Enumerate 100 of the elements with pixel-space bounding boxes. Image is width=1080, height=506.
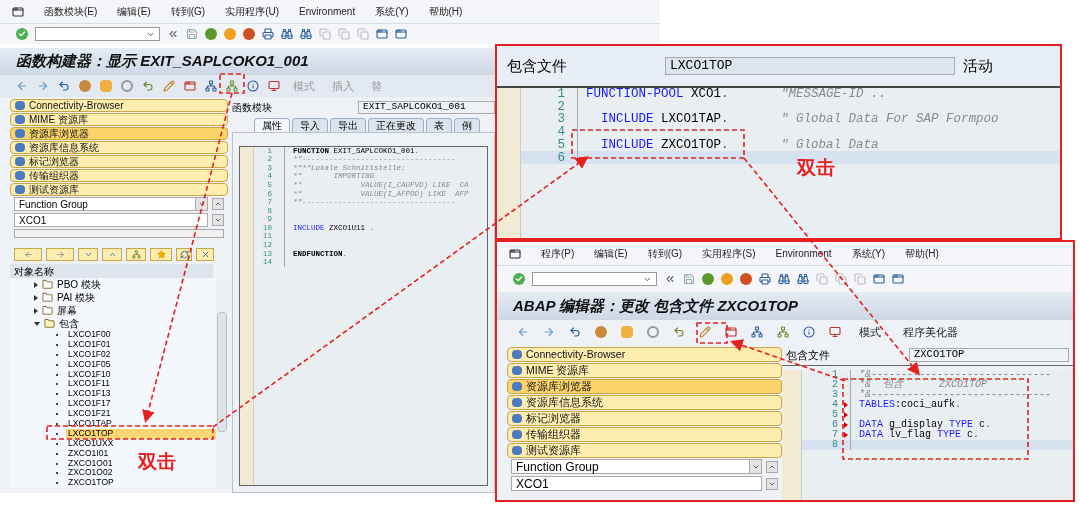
binoculars-icon[interactable] [778,273,790,285]
tab[interactable]: 正在更改 [368,118,424,132]
tree-item[interactable]: LXCO1UXX [66,438,116,449]
binoculars-icon[interactable] [797,273,809,285]
object-type-dropdown[interactable]: Function Group [511,459,762,474]
navigation-item[interactable]: 资源库浏览器 [10,127,228,140]
expand-icon[interactable] [34,307,38,314]
close-button[interactable] [196,247,214,261]
menu-item[interactable]: 编辑(E) [117,4,151,19]
close-icon[interactable] [200,249,210,259]
include-name-field[interactable]: LXCO1TOP [665,57,955,75]
command-field[interactable] [532,272,657,286]
expand-icon[interactable] [34,294,38,301]
window-icon[interactable] [184,80,196,92]
command-field[interactable] [35,27,160,41]
check-icon[interactable] [16,28,28,40]
navigation-item[interactable]: Connectivity-Browser [10,99,228,112]
horizontal-scrollbar[interactable] [14,229,224,238]
hierarchy-button[interactable] [126,247,146,261]
pencil-icon[interactable] [163,80,175,92]
save-icon[interactable] [683,273,695,285]
tree-item[interactable]: LXCO1TOP [66,428,216,439]
navigation-item[interactable]: 传输组织器 [10,169,228,182]
menu-item[interactable]: 帮助(H) [428,4,463,19]
save-icon[interactable] [186,28,198,40]
function-module-field[interactable]: EXIT_SAPLCOKO1_001 [358,101,495,114]
chevrons-left-icon[interactable] [167,28,179,40]
star-icon[interactable] [156,249,166,259]
menu-item[interactable]: 系统(Y) [375,4,409,19]
navigation-item[interactable]: 测试资源库 [10,183,228,196]
monitor-icon[interactable] [829,326,841,338]
arrow-left-icon[interactable] [16,80,28,92]
forward-button[interactable] [46,247,74,261]
menu-item[interactable]: 程序(P) [541,246,575,261]
printer-icon[interactable] [262,28,274,40]
menu-item[interactable]: 实用程序(S) [702,246,756,261]
tree-item[interactable]: LXCO1F17 [66,399,113,410]
tree-item[interactable]: LXCO1F01 [66,339,113,350]
pencil-icon[interactable] [699,326,711,338]
collapse-icon[interactable] [34,321,40,326]
arrow-left-icon[interactable] [517,326,529,338]
tab[interactable]: 导出 [330,118,366,132]
navigation-item[interactable]: Connectivity-Browser [507,347,782,362]
navigation-item[interactable]: 标记浏览器 [10,155,228,168]
collapse-button[interactable] [78,247,98,261]
tree-item[interactable]: LXCO1F13 [66,389,113,400]
binoculars-icon[interactable] [281,28,293,40]
tree-item[interactable]: 屏幕 [57,305,77,316]
tab[interactable]: 属性 [254,118,290,132]
forward-icon[interactable] [55,249,65,259]
chevrons-left-icon[interactable] [664,273,676,285]
menu-item[interactable]: 函数模块(E) [44,4,98,19]
window-icon[interactable] [873,273,885,285]
window-icon[interactable] [725,326,737,338]
menu-item[interactable]: 转到(G) [170,4,206,19]
menu-item[interactable]: 编辑(E) [594,246,628,261]
tree-item[interactable]: LXCO1F11 [66,379,112,390]
menu-item[interactable]: 实用程序(U) [225,4,280,19]
navigation-item[interactable]: 资源库信息系统 [507,395,782,410]
navigation-item[interactable]: 测试资源库 [507,443,782,458]
window-icon[interactable] [376,28,388,40]
object-name-field[interactable]: XCO1 [14,213,208,227]
window-icon[interactable] [892,273,904,285]
menu-item[interactable]: Environment [299,4,356,19]
arrow-right-icon[interactable] [543,326,555,338]
tree-item[interactable]: ZXCO1O02 [66,468,115,479]
scrollbar-thumb[interactable] [217,312,227,432]
hierarchy-icon[interactable] [131,249,141,259]
tab[interactable]: 例 [454,118,480,132]
expand-button[interactable] [102,247,122,261]
monitor-icon[interactable] [268,80,280,92]
hierarchy-icon[interactable] [226,80,238,92]
navigation-item[interactable]: 资源库浏览器 [507,379,782,394]
page-icon[interactable] [835,273,847,285]
navigation-item[interactable]: 资源库信息系统 [10,141,228,154]
tab[interactable]: 表 [426,118,452,132]
navigation-item[interactable]: MIME 资源库 [10,113,228,126]
window-icon[interactable] [395,28,407,40]
navigation-item[interactable]: 传输组织器 [507,427,782,442]
tree-item[interactable]: ZXCO1TOP [66,478,116,489]
object-type-dropdown[interactable]: Function Group [14,197,208,211]
back-button[interactable] [14,247,42,261]
include-name-field[interactable]: ZXCO1TOP [909,348,1069,362]
tree-item[interactable]: ZXCO1O01 [66,458,115,469]
hierarchy-icon[interactable] [777,326,789,338]
object-name-field[interactable]: XCO1 [511,476,762,491]
star-button[interactable] [150,247,172,261]
info-icon[interactable] [803,326,815,338]
expand-icon[interactable] [34,281,38,288]
menu-icon[interactable] [12,5,24,18]
binoculars-icon[interactable] [300,28,312,40]
tree-item[interactable]: PAI 模块 [57,292,96,303]
tree-item[interactable]: LXCO1F05 [66,359,113,370]
info-icon[interactable] [247,80,259,92]
navigation-item[interactable]: MIME 资源库 [507,363,782,378]
menu-item[interactable]: 转到(G) [647,246,683,261]
toolbar-button[interactable]: 程序美化器 [899,323,962,341]
arrow-right-icon[interactable] [37,80,49,92]
tree-item[interactable]: 包含 [59,318,79,329]
menu-item[interactable]: Environment [775,246,832,261]
